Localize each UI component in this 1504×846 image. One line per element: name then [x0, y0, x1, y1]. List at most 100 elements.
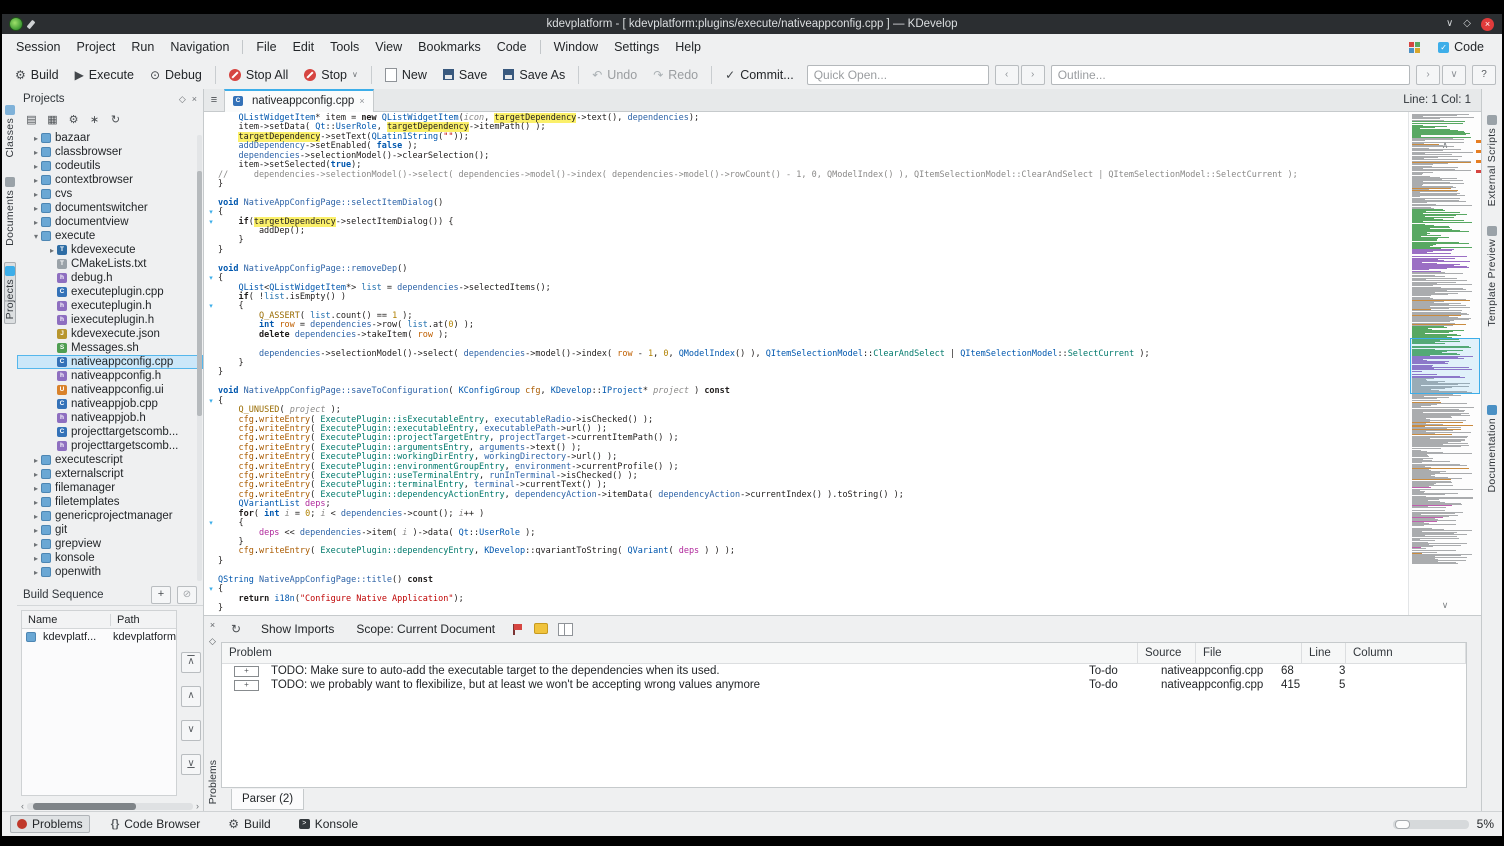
tree-item-git[interactable]: ▸ git	[17, 523, 203, 537]
stop-all-button[interactable]: Stop All	[222, 65, 295, 85]
remove-build-item-button[interactable]: ⊘	[177, 586, 197, 604]
problems-col-line[interactable]: Line	[1302, 643, 1346, 663]
tree-item-cmakelists-txt[interactable]: T CMakeLists.txt	[17, 257, 203, 271]
minimap[interactable]: ∧ ∨	[1408, 112, 1481, 615]
redo-button[interactable]: ↷ Redo	[646, 65, 705, 85]
forward-button[interactable]: ›	[1416, 64, 1440, 85]
refresh-icon[interactable]: ↻	[227, 620, 245, 638]
expander-icon[interactable]: +	[234, 665, 259, 677]
tree-item-cvs[interactable]: ▸ cvs	[17, 187, 203, 201]
maximize-icon[interactable]: ◇	[1463, 19, 1471, 29]
tree-item-iexecuteplugin-h[interactable]: h iexecuteplugin.h	[17, 313, 203, 327]
menu-navigation[interactable]: Navigation	[162, 37, 237, 57]
collapsed-arrow-icon[interactable]: ▸	[31, 498, 41, 507]
show-imports-button[interactable]: Show Imports	[255, 619, 340, 639]
tree-item-kdevexecute-json[interactable]: Jkdevexecute.json	[17, 327, 203, 341]
collapsed-arrow-icon[interactable]: ▸	[31, 148, 41, 157]
problems-col-column[interactable]: Column	[1346, 643, 1466, 663]
tree-item-classbrowser[interactable]: ▸ classbrowser	[17, 145, 203, 159]
close-panel-icon[interactable]: ×	[192, 94, 197, 105]
detail-view-icon[interactable]: ▦	[44, 112, 61, 129]
parser-tab[interactable]: Parser (2)	[231, 789, 305, 810]
close-icon[interactable]: ×	[1481, 17, 1494, 31]
tree-item-externalscript[interactable]: ▸ externalscript	[17, 467, 203, 481]
statusbar-tab-code-browser[interactable]: {} Code Browser	[104, 815, 208, 833]
zoom-slider-thumb[interactable]	[1394, 819, 1410, 829]
collapsed-arrow-icon[interactable]: ▸	[31, 456, 41, 465]
quick-open-input[interactable]	[806, 64, 989, 85]
tree-item-debug-h[interactable]: h debug.h	[17, 271, 203, 285]
collapsed-arrow-icon[interactable]: ▸	[31, 162, 41, 171]
statusbar-tab-problems[interactable]: Problems	[10, 815, 90, 833]
fold-marker-icon[interactable]: ▾	[204, 208, 218, 217]
tree-item-executescript[interactable]: ▸ executescript	[17, 453, 203, 467]
prev-button[interactable]: ‹	[994, 64, 1019, 85]
statusbar-tab-konsole[interactable]: > Konsole	[292, 815, 365, 833]
tree-item-filetemplates[interactable]: ▸ filetemplates	[17, 495, 203, 509]
collapsed-arrow-icon[interactable]: ▸	[31, 568, 41, 577]
collapsed-arrow-icon[interactable]: ▸	[47, 246, 57, 255]
fold-marker-icon[interactable]: ▾	[204, 274, 218, 283]
expander-icon[interactable]: +	[234, 679, 259, 691]
fold-marker-icon[interactable]: ▾	[204, 585, 218, 594]
menu-project[interactable]: Project	[68, 37, 123, 57]
tree-item-contextbrowser[interactable]: ▸ contextbrowser	[17, 173, 203, 187]
close-problems-icon[interactable]: ×	[210, 620, 215, 630]
code-area-button[interactable]: ✓ Code	[1430, 38, 1492, 56]
menu-edit[interactable]: Edit	[285, 37, 323, 57]
collapsed-arrow-icon[interactable]: ▸	[31, 470, 41, 479]
filter-icon[interactable]: ∗	[86, 112, 103, 129]
move-up-button[interactable]: ∧	[181, 686, 201, 707]
build-sequence-row[interactable]: kdevplatf... kdevplatform	[22, 629, 176, 644]
tree-item-documentview[interactable]: ▸ documentview	[17, 215, 203, 229]
error-flag-icon[interactable]	[511, 623, 524, 636]
titlebar[interactable]: kdevplatform - [ kdevplatform:plugins/ex…	[2, 14, 1502, 34]
next-button[interactable]: ›	[1020, 64, 1045, 85]
collapsed-arrow-icon[interactable]: ▸	[31, 190, 41, 199]
code-area[interactable]: QListWidgetItem* item = new QListWidgetI…	[204, 112, 1408, 615]
dock-tab-classes[interactable]: Classes	[4, 101, 16, 161]
menu-tools[interactable]: Tools	[322, 37, 367, 57]
build-sequence-col-path[interactable]: Path	[111, 614, 146, 626]
minimap-viewport[interactable]	[1410, 338, 1480, 394]
document-tab[interactable]: C nativeappconfig.cpp ×	[224, 88, 374, 112]
commit-button[interactable]: ✓ Commit...	[718, 65, 801, 85]
minimap-down-icon[interactable]: ∨	[1409, 600, 1481, 611]
collapsed-arrow-icon[interactable]: ▸	[31, 218, 41, 227]
problem-row[interactable]: + TODO: we probably want to flexibilize, …	[222, 678, 1466, 692]
dock-tab-documentation[interactable]: Documentation	[1486, 401, 1498, 497]
save-button[interactable]: Save	[436, 65, 495, 85]
tree-item-messages-sh[interactable]: S Messages.sh	[17, 341, 203, 355]
outline-input[interactable]	[1050, 64, 1410, 85]
collapsed-arrow-icon[interactable]: ▸	[31, 540, 41, 549]
menu-settings[interactable]: Settings	[606, 37, 667, 57]
build-sequence-col-name[interactable]: Name	[22, 613, 111, 626]
tree-scrollbar[interactable]	[197, 135, 202, 581]
problems-col-file[interactable]: File	[1196, 643, 1302, 663]
tree-item-kdevexecute[interactable]: ▸ Tkdevexecute	[17, 243, 203, 257]
area-switcher-icon[interactable]	[1409, 41, 1421, 53]
collapsed-arrow-icon[interactable]: ▸	[31, 176, 41, 185]
collapsed-arrow-icon[interactable]: ▸	[31, 554, 41, 563]
menu-view[interactable]: View	[367, 37, 410, 57]
float-problems-icon[interactable]: ◇	[209, 636, 216, 646]
move-down-button[interactable]: ∨	[181, 720, 201, 741]
columns-icon[interactable]	[558, 622, 574, 636]
dock-tab-external-scripts[interactable]: External Scripts	[1486, 111, 1498, 210]
tree-item-nativeappconfig-h[interactable]: h nativeappconfig.h	[17, 369, 203, 383]
collapsed-arrow-icon[interactable]: ▸	[31, 134, 41, 143]
fold-marker-icon[interactable]: ▾	[204, 218, 218, 227]
tree-item-projecttargetscomb[interactable]: h projecttargetscomb...	[17, 439, 203, 453]
tree-item-nativeappconfig-cpp[interactable]: Cnativeappconfig.cpp	[17, 355, 203, 369]
scope-dropdown[interactable]: Scope: Current Document	[350, 619, 501, 639]
new-button[interactable]: New	[378, 65, 434, 85]
undo-button[interactable]: ↶ Undo	[585, 65, 644, 85]
tree-item-nativeappconfig-ui[interactable]: Unativeappconfig.ui	[17, 383, 203, 397]
tree-item-openwith[interactable]: ▸ openwith	[17, 565, 203, 579]
tree-item-konsole[interactable]: ▸ konsole	[17, 551, 203, 565]
dock-tab-documents[interactable]: Documents	[4, 173, 16, 250]
comment-bubble-icon[interactable]	[534, 622, 549, 634]
tree-item-grepview[interactable]: ▸ grepview	[17, 537, 203, 551]
save-as-button[interactable]: Save As	[496, 65, 572, 85]
fold-marker-icon[interactable]: ▾	[204, 519, 218, 528]
